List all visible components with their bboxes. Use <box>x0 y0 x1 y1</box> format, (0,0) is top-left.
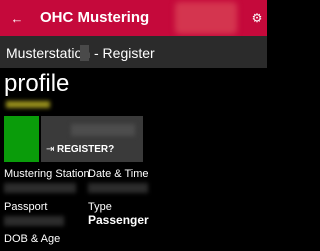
back-button[interactable]: ← <box>0 0 34 36</box>
date-time-label: Date & Time <box>88 168 149 180</box>
settings-button[interactable]: ⚙ <box>247 0 267 36</box>
title-bar: ← OHC Mustering ⚙ <box>0 0 267 36</box>
person-name-redacted <box>6 101 50 108</box>
app-title: OHC Mustering <box>40 9 150 26</box>
profile-photo <box>4 116 39 162</box>
date-time-value-redacted <box>88 183 148 193</box>
station-id-redacted <box>80 45 89 61</box>
dob-age-label: DOB & Age <box>4 233 61 245</box>
profile-heading: profile <box>4 70 70 97</box>
gear-icon: ⚙ <box>251 11 263 25</box>
page-label: - Register <box>94 45 155 61</box>
mustering-station-value-redacted <box>4 183 76 193</box>
sign-in-icon: ⇥ <box>46 144 55 155</box>
type-value: Passenger <box>88 213 149 227</box>
mustering-station-label: Mustering Station <box>4 168 90 180</box>
sub-header: Musterstation - Register <box>0 36 267 68</box>
passport-label: Passport <box>4 201 48 213</box>
type-label: Type <box>88 201 112 213</box>
register-label: REGISTER? <box>57 144 115 155</box>
back-arrow-icon: ← <box>10 10 24 26</box>
blurred-header-area <box>175 2 237 34</box>
station-label: Musterstation <box>6 45 91 61</box>
passport-value-redacted <box>4 216 64 226</box>
register-info-redacted <box>71 124 135 136</box>
register-button[interactable]: ⇥ REGISTER? <box>41 116 143 162</box>
